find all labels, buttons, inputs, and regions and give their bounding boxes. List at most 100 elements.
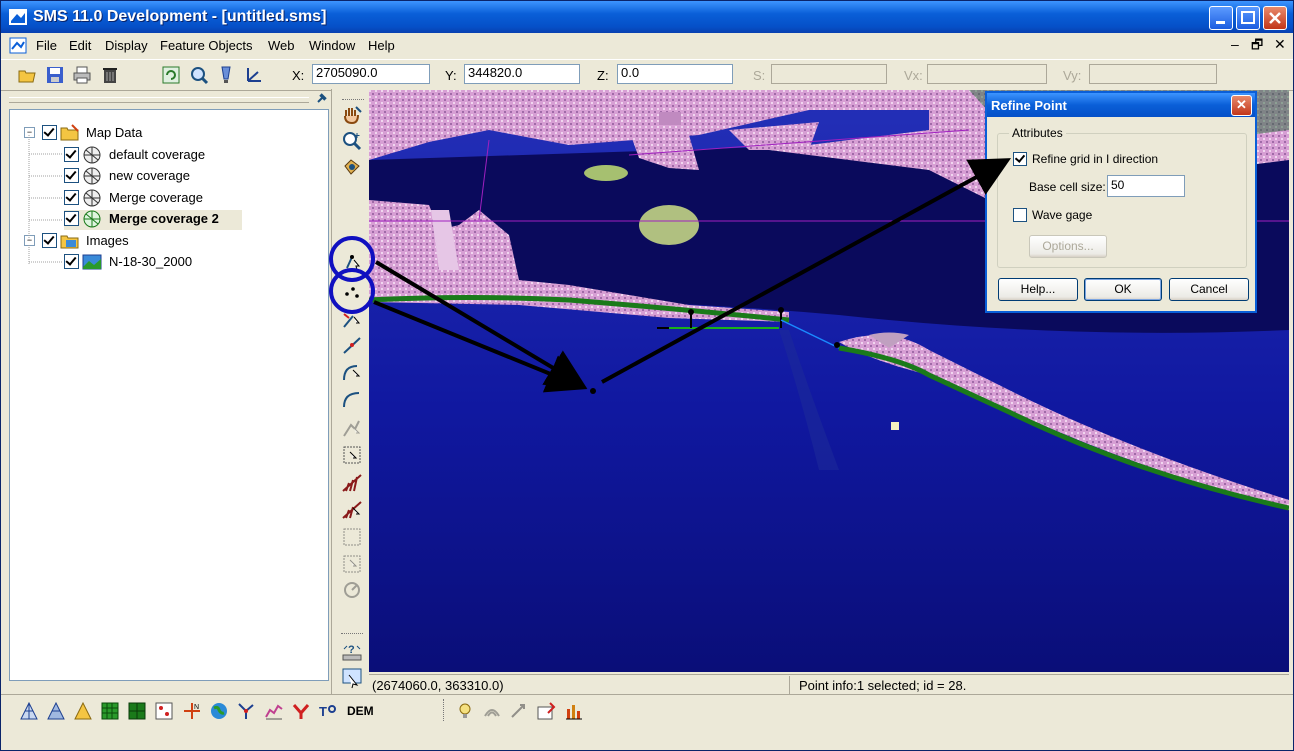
select-region-icon[interactable] [341, 526, 363, 548]
app-icon [9, 9, 27, 25]
dialog-close-button[interactable]: ✕ [1231, 95, 1252, 116]
print-icon[interactable] [72, 65, 92, 85]
save-icon[interactable] [45, 65, 65, 85]
select-arc-series-icon[interactable] [341, 498, 363, 520]
menu-help[interactable]: Help [368, 38, 395, 53]
tree-connector-lines [28, 135, 62, 265]
create-feature-arc-icon[interactable] [341, 334, 363, 356]
grid-module-icon[interactable] [46, 701, 66, 721]
menu-edit[interactable]: Edit [69, 38, 91, 53]
create-feature-point-icon[interactable] [341, 280, 363, 302]
module-toolbar: N T DEM [1, 694, 1293, 725]
pan-tool-icon[interactable] [341, 104, 363, 126]
refine-point-dialog: Refine Point ✕ Attributes Refine grid in… [985, 91, 1257, 313]
mdi-minimize-button[interactable]: – [1231, 36, 1239, 52]
dialog-title: Refine Point [991, 98, 1067, 113]
refine-grid-checkbox[interactable] [1013, 152, 1027, 166]
map-module-icon[interactable]: N [182, 701, 202, 721]
maximize-button[interactable] [1236, 6, 1260, 30]
plot-wizard-icon[interactable] [536, 701, 556, 721]
light-bulb-icon[interactable] [455, 701, 475, 721]
base-cell-size-input[interactable]: 50 [1107, 175, 1185, 197]
project-explorer-header [9, 91, 327, 107]
minimize-icon [1216, 21, 1225, 24]
wave-gage-label: Wave gage [1032, 208, 1093, 222]
help-query-icon[interactable]: ? [341, 641, 363, 663]
contour-icon[interactable] [482, 701, 502, 721]
y-label: Y: [445, 68, 457, 83]
svg-text:T: T [319, 704, 327, 719]
vx-label: Vx: [904, 68, 923, 83]
status-bar: (2674060.0, 363310.0) Point info:1 selec… [369, 674, 1289, 695]
annotation-icon[interactable]: T [318, 701, 338, 721]
refine-grid-label: Refine grid in I direction [1032, 152, 1159, 166]
base-cell-size-label: Base cell size: [1029, 180, 1106, 194]
help-button[interactable]: Help... [998, 278, 1078, 301]
zoom-frame-icon[interactable] [189, 65, 209, 85]
menu-feature-objects[interactable]: Feature Objects [160, 38, 253, 53]
s-field [771, 64, 887, 84]
s-label: S: [753, 68, 766, 83]
create-arc-series-icon[interactable] [341, 471, 363, 493]
cancel-button[interactable]: Cancel [1169, 278, 1249, 301]
menu-window[interactable]: Window [309, 38, 355, 53]
dialog-title-bar: Refine Point ✕ [987, 93, 1255, 117]
palette-grip [341, 633, 363, 637]
cartesian-grid-icon[interactable] [100, 701, 120, 721]
minimize-button[interactable] [1209, 6, 1233, 30]
menu-file[interactable]: File [36, 38, 57, 53]
axes-icon[interactable] [244, 65, 264, 85]
vy-label: Vy: [1063, 68, 1082, 83]
scatter-module-icon[interactable] [73, 701, 93, 721]
select-region-cursor-icon[interactable] [341, 553, 363, 575]
options-button[interactable]: Options... [1029, 235, 1107, 258]
select-feature-arc-icon[interactable] [341, 361, 363, 383]
mesh-module-icon[interactable] [19, 701, 39, 721]
y-coordinate-field[interactable]: 344820.0 [464, 64, 580, 84]
menu-display[interactable]: Display [105, 38, 148, 53]
get-info-icon[interactable] [341, 667, 363, 689]
create-arc-group-icon[interactable] [341, 388, 363, 410]
zoom-tool-icon[interactable] [341, 130, 363, 152]
mdi-restore-button[interactable]: 🗗 [1251, 36, 1263, 58]
histogram-icon[interactable] [564, 701, 584, 721]
trash-icon[interactable] [100, 65, 120, 85]
selection-info: Point info:1 selected; id = 28. [799, 678, 967, 693]
x-label: X: [292, 68, 305, 83]
document-icon [9, 37, 27, 54]
vy-field [1089, 64, 1217, 84]
z-label: Z: [597, 68, 609, 83]
wave-gage-checkbox[interactable] [1013, 208, 1027, 222]
attributes-group-label: Attributes [1009, 126, 1066, 140]
light-icon[interactable] [216, 65, 236, 85]
dem-module-button[interactable]: DEM [347, 704, 374, 718]
refresh-icon[interactable] [161, 65, 181, 85]
time-series-icon[interactable] [264, 701, 284, 721]
svg-text:?: ? [348, 644, 355, 656]
rotate-tool-icon[interactable] [341, 156, 363, 178]
open-icon[interactable] [17, 65, 37, 85]
z-coordinate-field[interactable]: 0.0 [617, 64, 733, 84]
pin-icon[interactable] [315, 91, 329, 105]
palette-grip [342, 99, 364, 103]
main-toolbar: X: 2705090.0 Y: 344820.0 Z: 0.0 S: Vx: V… [1, 59, 1293, 91]
measure-tool-icon[interactable] [341, 579, 363, 601]
select-feature-point-icon[interactable] [341, 251, 363, 273]
title-bar: SMS 11.0 Development - [untitled.sms] [1, 1, 1293, 33]
mdi-close-button[interactable]: ✕ [1274, 36, 1286, 53]
project-explorer: − Map Data default coverage new coverage… [9, 109, 329, 681]
x-coordinate-field[interactable]: 2705090.0 [312, 64, 430, 84]
select-polygon-icon[interactable] [341, 444, 363, 466]
menu-web[interactable]: Web [268, 38, 295, 53]
ok-button[interactable]: OK [1084, 278, 1162, 301]
svg-text:N: N [194, 704, 199, 711]
gis-module-icon[interactable] [209, 701, 229, 721]
vector-icon[interactable] [509, 701, 529, 721]
close-button[interactable] [1263, 6, 1287, 30]
particle-tracking-icon[interactable] [291, 701, 311, 721]
select-arc-group-icon[interactable] [341, 417, 363, 439]
select-feature-vertex-icon[interactable] [341, 308, 363, 330]
quadtree-icon[interactable] [127, 701, 147, 721]
1d-module-icon[interactable] [236, 701, 256, 721]
particle-module-icon[interactable] [154, 701, 174, 721]
